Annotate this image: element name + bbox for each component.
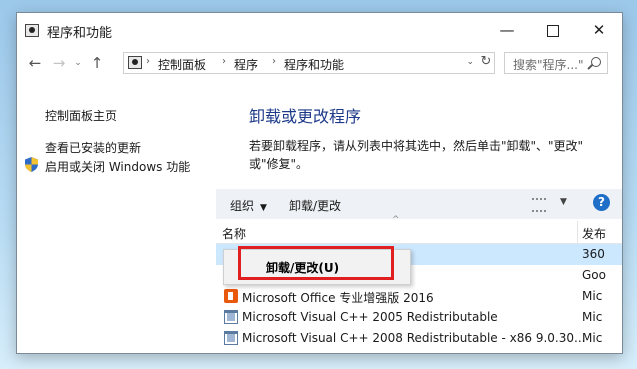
control-panel-icon: [128, 56, 142, 69]
sort-ascending-icon: ^: [392, 215, 400, 225]
navigation-bar: ← → ⌄ ↑ › 控制面板 › 程序 › 程序和功能 ⌄ ↻ 搜索"程序...…: [17, 47, 622, 79]
sidebar-item-installed-updates[interactable]: 查看已安装的更新: [45, 139, 141, 156]
program-publisher: Goo: [582, 268, 606, 282]
highlight-box: [238, 246, 394, 280]
maximize-icon: [547, 24, 559, 37]
sidebar-item-windows-features[interactable]: 启用或关闭 Windows 功能: [45, 158, 190, 175]
breadcrumb-separator: ›: [146, 56, 150, 67]
chevron-down-icon: ▼: [260, 203, 267, 213]
help-icon[interactable]: ?: [593, 194, 610, 211]
office-icon: [224, 289, 238, 303]
column-divider[interactable]: [577, 221, 578, 243]
shield-icon: [25, 157, 38, 172]
refresh-button[interactable]: ↻: [477, 53, 495, 71]
page-title: 卸载或更改程序: [249, 107, 362, 126]
table-row[interactable]: Microsoft Visual C++ 2005 Redistributabl…: [216, 307, 622, 328]
forward-button[interactable]: →: [49, 53, 69, 73]
close-button[interactable]: ✕: [576, 13, 622, 47]
program-publisher: Mic: [582, 331, 603, 345]
chevron-down-icon[interactable]: ▼: [560, 197, 567, 207]
command-toolbar: 组织 ▼ 卸载/更改 ▼ ?: [216, 189, 622, 219]
recent-locations-button[interactable]: ⌄: [71, 53, 85, 73]
breadcrumb-control-panel[interactable]: 控制面板: [158, 56, 206, 73]
instructions-line-2: 或"修复"。: [249, 157, 309, 171]
context-menu: 卸载/更改(U): [223, 246, 411, 285]
program-name: Microsoft Visual C++ 2008 Redistributabl…: [242, 331, 586, 345]
up-button[interactable]: ↑: [87, 53, 107, 73]
uninstall-change-button[interactable]: 卸载/更改: [289, 197, 341, 214]
breadcrumb-programs[interactable]: 程序: [234, 56, 258, 73]
program-name: Microsoft Visual C++ 2005 Redistributabl…: [242, 310, 498, 324]
instructions-line-1: 若要卸载程序，请从列表中将其选中，然后单击"卸载"、"更改": [249, 139, 584, 153]
organize-label: 组织: [230, 199, 255, 213]
column-header-name[interactable]: 名称: [222, 225, 246, 242]
search-box[interactable]: 搜索"程序...": [504, 52, 608, 74]
address-bar[interactable]: › 控制面板 › 程序 › 程序和功能 ⌄: [123, 52, 495, 74]
column-header-publisher[interactable]: 发布: [582, 225, 606, 242]
breadcrumb-separator: ›: [222, 56, 226, 67]
program-name: Microsoft Office 专业增强版 2016: [242, 291, 434, 305]
breadcrumb-separator: ›: [272, 56, 276, 67]
program-publisher: Mic: [582, 289, 603, 303]
title-bar: 程序和功能 — ✕: [17, 13, 622, 47]
minimize-button[interactable]: —: [484, 13, 530, 47]
program-publisher: 360: [582, 247, 605, 261]
maximize-button[interactable]: [530, 13, 576, 47]
list-header: ^ 名称 发布: [216, 215, 622, 244]
programs-window: 程序和功能 — ✕ ← → ⌄ ↑ › 控制面板 › 程序 › 程序和功能 ⌄ …: [16, 12, 623, 354]
control-panel-icon: [25, 24, 39, 37]
vs-installer-icon: [224, 331, 238, 345]
program-publisher: Mic: [582, 310, 603, 324]
view-options-icon[interactable]: [532, 198, 546, 212]
search-icon: [591, 57, 601, 67]
organize-button[interactable]: 组织 ▼: [230, 197, 267, 214]
table-row[interactable]: Microsoft Visual C++ 2008 Redistributabl…: [216, 328, 622, 349]
back-button[interactable]: ←: [25, 53, 45, 73]
vs-installer-icon: [224, 310, 238, 324]
address-dropdown-icon[interactable]: ⌄: [466, 57, 474, 67]
left-pane: 控制面板主页 查看已安装的更新 启用或关闭 Windows 功能: [17, 79, 217, 353]
table-row[interactable]: Microsoft Office 专业增强版 2016 Mic: [216, 286, 622, 307]
window-title: 程序和功能: [47, 26, 113, 41]
search-input[interactable]: 搜索"程序...": [513, 56, 583, 73]
breadcrumb-programs-features[interactable]: 程序和功能: [284, 56, 344, 73]
sidebar-item-home[interactable]: 控制面板主页: [45, 107, 117, 124]
